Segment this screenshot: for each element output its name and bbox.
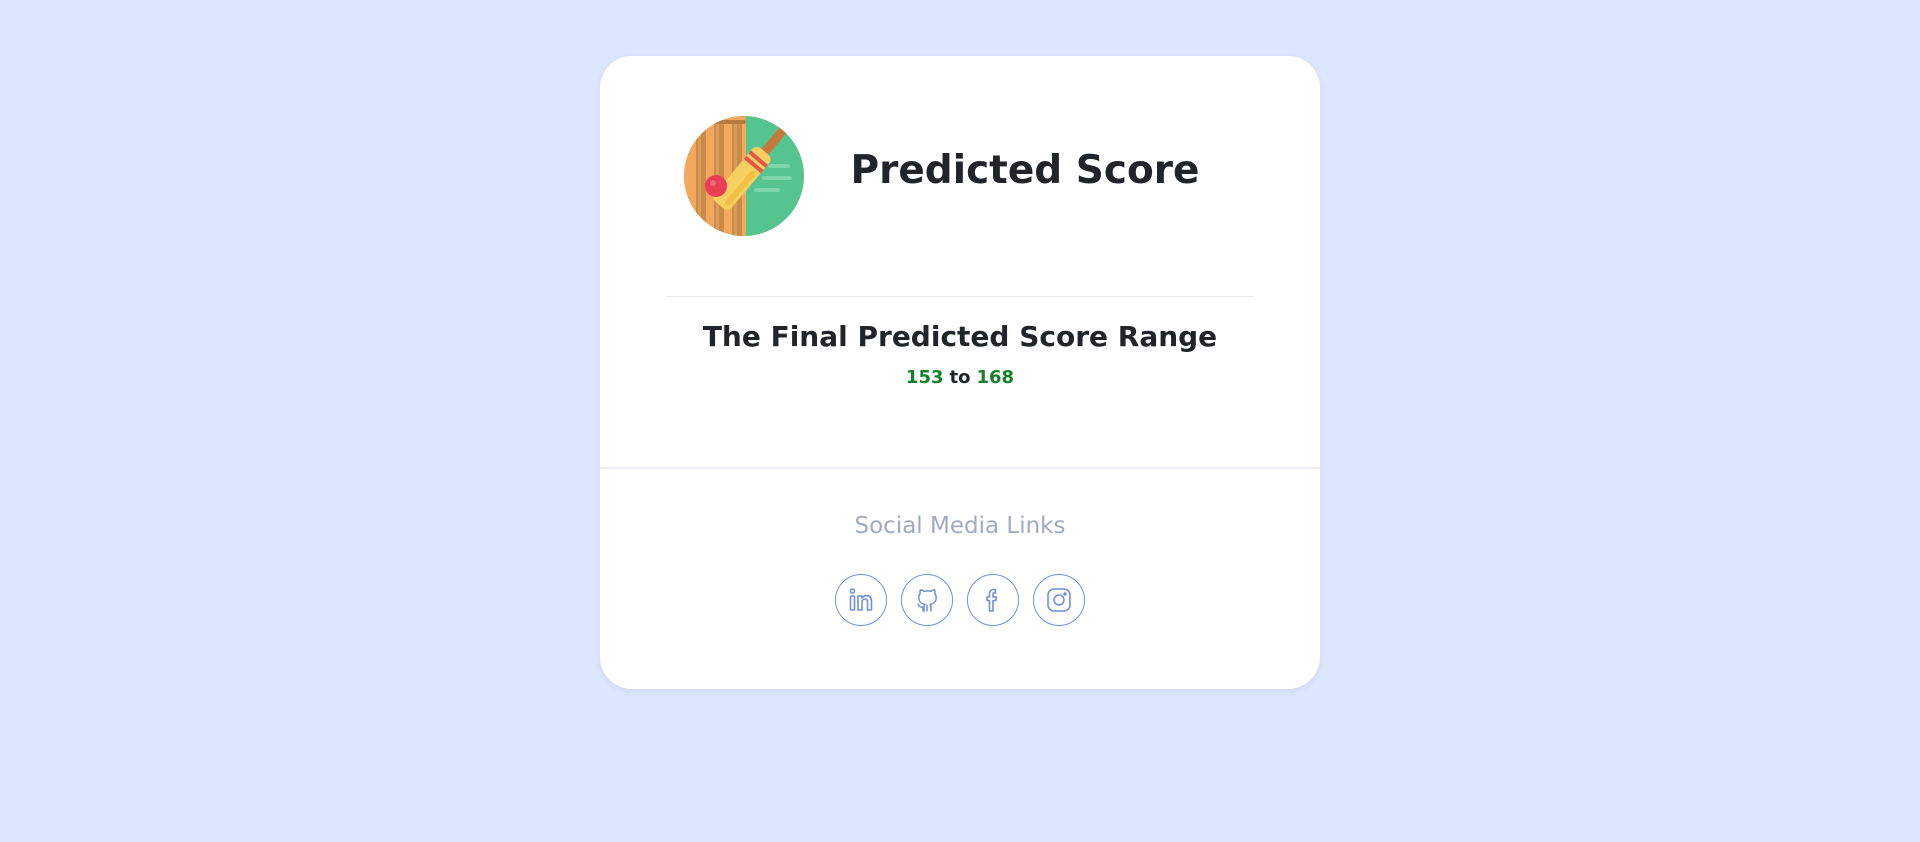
facebook-icon — [978, 585, 1008, 615]
score-low: 153 — [905, 367, 944, 388]
facebook-link[interactable] — [967, 574, 1019, 626]
score-range-separator: to — [949, 367, 971, 388]
footer-divider — [600, 467, 1320, 469]
score-high: 168 — [976, 367, 1015, 388]
instagram-icon — [1044, 585, 1074, 615]
linkedin-link[interactable] — [835, 574, 887, 626]
page-title: Predicted Score — [850, 148, 1200, 193]
score-range-heading: The Final Predicted Score Range — [702, 320, 1218, 353]
prediction-card: Predicted Score The Final Predicted Scor… — [600, 56, 1320, 689]
divider — [666, 296, 1254, 297]
linkedin-icon — [846, 585, 876, 615]
instagram-link[interactable] — [1033, 574, 1085, 626]
github-link[interactable] — [901, 574, 953, 626]
social-links-title: Social Media Links — [854, 513, 1066, 539]
github-icon — [912, 585, 942, 615]
social-links-row — [600, 574, 1320, 626]
score-range-values: 153 to 168 — [600, 366, 1320, 390]
cricket-logo-icon — [684, 116, 804, 236]
